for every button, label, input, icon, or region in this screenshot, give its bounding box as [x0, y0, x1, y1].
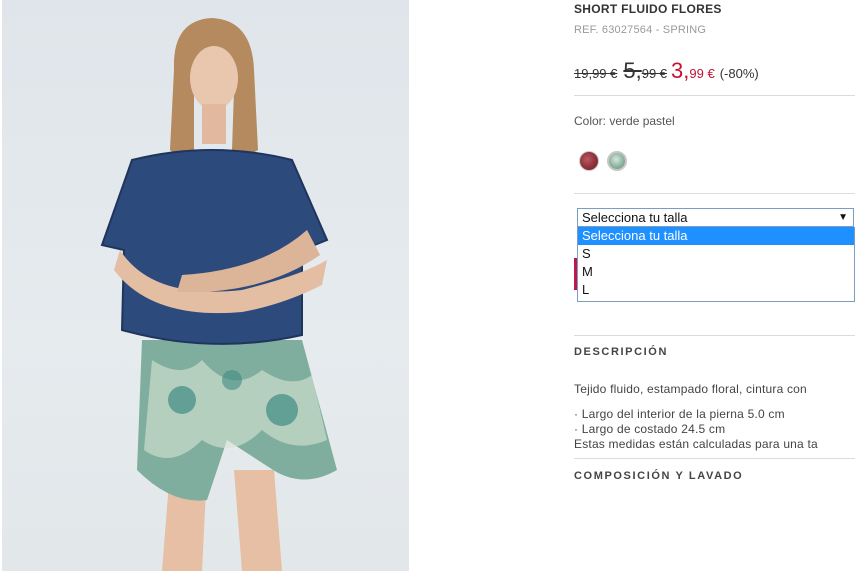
discount-percent: (-80%): [719, 66, 759, 81]
model-illustration: [100, 18, 337, 571]
sale-price-integer: 3,: [671, 58, 690, 83]
color-swatch-burgundy[interactable]: [579, 151, 599, 171]
size-option-m[interactable]: M: [578, 263, 854, 281]
price-row: 19,99 €5,99 €3,99 € (-80%): [574, 58, 759, 86]
divider: [574, 458, 855, 459]
product-reference: REF. 63027564 - SPRING: [574, 24, 707, 36]
sale-price-decimal: 99 €: [689, 66, 715, 81]
previous-price-integer: 5,: [623, 58, 642, 83]
original-price: 19,99 €: [574, 66, 618, 81]
composition-heading[interactable]: COMPOSICIÓN Y LAVADO: [574, 470, 743, 482]
color-swatch-green-selected[interactable]: [607, 151, 627, 171]
color-label: Color: verde pastel: [574, 114, 675, 128]
divider: [574, 335, 855, 336]
description-side-length: · Largo de costado 24.5 cm: [574, 422, 726, 436]
size-dropdown-list: Selecciona tu talla S M L: [577, 227, 855, 302]
description-size-note: Estas medidas están calculadas para una …: [574, 437, 818, 451]
dropdown-arrow-icon[interactable]: ▼: [838, 209, 848, 226]
size-option-s[interactable]: S: [578, 245, 854, 263]
description-text: Tejido fluido, estampado floral, cintura…: [574, 382, 807, 396]
product-info: SHORT FLUIDO FLORES REF. 63027564 - SPRI…: [574, 0, 855, 571]
size-select-value: Selecciona tu talla: [582, 210, 688, 225]
size-option-l[interactable]: L: [578, 281, 854, 299]
divider: [574, 95, 855, 96]
product-image[interactable]: [2, 0, 409, 571]
size-select[interactable]: Selecciona tu talla ▼: [577, 208, 854, 227]
description-inseam: · Largo del interior de la pierna 5.0 cm: [574, 407, 785, 421]
description-heading[interactable]: DESCRIPCIÓN: [574, 346, 668, 358]
divider: [574, 193, 855, 194]
product-title: SHORT FLUIDO FLORES: [574, 2, 722, 16]
size-option-placeholder[interactable]: Selecciona tu talla: [578, 227, 854, 245]
previous-price-decimal: 99 €: [641, 66, 668, 81]
